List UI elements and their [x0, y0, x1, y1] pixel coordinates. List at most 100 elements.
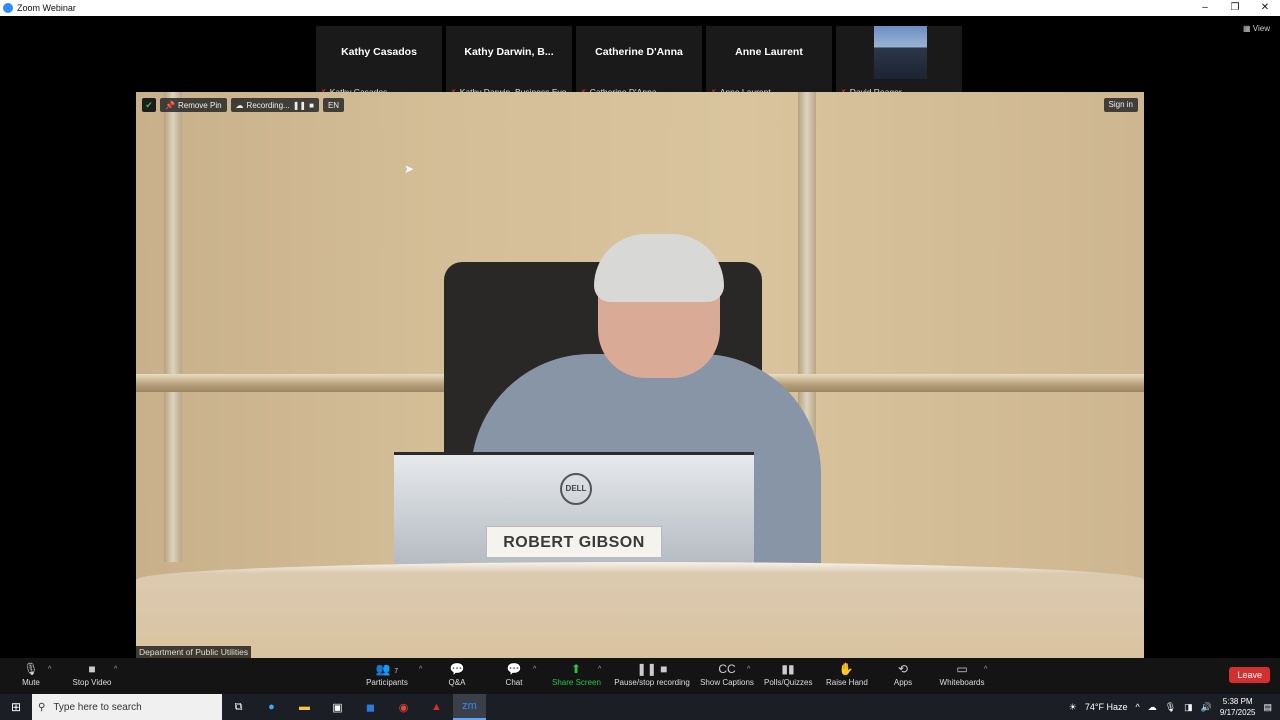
wifi-icon[interactable]: ◨	[1184, 702, 1193, 713]
chat-button[interactable]: 💬 Chat	[504, 662, 524, 687]
whiteboards-button[interactable]: ▭ Whiteboards	[938, 662, 986, 687]
taskbar-search[interactable]: ⚲ Type here to search	[32, 694, 222, 720]
meeting-toolbar: 🎙 Mute ^ ■ Stop Video ^ 👥 7 Participants…	[0, 658, 1280, 694]
microphone-icon: 🎙	[23, 662, 39, 676]
participant-strip: Kathy Casados ✗Kathy Casados Kathy Darwi…	[0, 16, 1280, 102]
participant-tile[interactable]: Catherine D'Anna ✗Catherine D'Anna	[576, 26, 702, 102]
weather-text[interactable]: 74°F Haze	[1085, 702, 1128, 712]
system-tray: ☀ 74°F Haze ^ ☁ 🎙 ◨ 🔊 5:38 PM 9/17/2025 …	[1069, 694, 1280, 720]
show-captions-button[interactable]: CC Show Captions	[700, 662, 754, 687]
stop-video-button[interactable]: ■ Stop Video	[72, 662, 112, 687]
chevron-up-icon[interactable]: ^	[419, 666, 422, 673]
pause-recording-button[interactable]: ❚❚ ■ Pause/stop recording	[614, 662, 690, 687]
polls-button[interactable]: ▮▮ Polls/Quizzes	[764, 662, 812, 687]
video-camera-icon: ■	[88, 662, 96, 676]
apps-label: Apps	[893, 678, 913, 687]
show-captions-label: Show Captions	[700, 678, 754, 687]
polls-label: Polls/Quizzes	[764, 678, 813, 687]
windows-taskbar: ⊞ ⚲ Type here to search ⧉ ● ▬ ▣ ◼ ◉ ▲ zm…	[0, 694, 1280, 720]
zoom-logo-icon	[3, 3, 13, 13]
pause-stop-icon: ❚❚ ■	[636, 662, 668, 676]
participant-tile[interactable]: Kathy Casados ✗Kathy Casados	[316, 26, 442, 102]
outlook-icon[interactable]: ◼	[354, 694, 387, 720]
mute-button[interactable]: 🎙 Mute	[20, 662, 42, 687]
whiteboard-icon: ▭	[956, 662, 968, 676]
polls-icon: ▮▮	[781, 662, 795, 676]
close-button[interactable]: ✕	[1250, 0, 1280, 16]
chevron-up-icon[interactable]: ^	[984, 666, 987, 673]
wall-pillar	[164, 92, 182, 562]
pause-recording-label: Pause/stop recording	[614, 678, 690, 687]
chat-icon: 💬	[506, 662, 522, 676]
weather-icon: ☀	[1068, 701, 1077, 712]
dell-logo: DELL	[560, 473, 592, 505]
chevron-up-icon[interactable]: ^	[533, 666, 536, 673]
qa-button[interactable]: 💬 Q&A	[447, 662, 467, 687]
task-view-icon[interactable]: ⧉	[222, 694, 255, 720]
volume-icon[interactable]: 🔊	[1201, 702, 1212, 713]
restore-button[interactable]: ❐	[1220, 0, 1250, 16]
participants-count: 7	[394, 668, 399, 675]
zoom-taskbar-icon[interactable]: zm	[453, 694, 486, 720]
participants-icon: 👥 7	[375, 662, 399, 676]
speaker-name-label: Department of Public Utilities	[136, 646, 252, 658]
main-video: DELL ROBERT GIBSON	[136, 92, 1144, 658]
date: 9/17/2025	[1219, 708, 1256, 717]
chevron-up-icon[interactable]: ^	[1135, 702, 1139, 712]
hand-icon: ✋	[838, 662, 854, 676]
view-label: View	[1252, 24, 1270, 33]
network-icon[interactable]: ☁	[1148, 702, 1157, 713]
chevron-up-icon[interactable]: ^	[598, 666, 601, 673]
acrobat-icon[interactable]: ▲	[420, 694, 453, 720]
notifications-icon[interactable]: ▤	[1263, 702, 1272, 713]
qa-icon: 💬	[449, 662, 465, 676]
cloud-recording-icon: ☁	[235, 100, 244, 110]
qa-label: Q&A	[448, 678, 466, 687]
file-explorer-icon[interactable]: ▬	[288, 694, 321, 720]
remove-pin-button[interactable]: 📌 Remove Pin	[160, 98, 227, 112]
participants-label: Participants	[366, 678, 408, 687]
meeting-info-bar: ✔ 📌 Remove Pin ☁ Recording... ❚❚ ■ EN	[142, 98, 345, 112]
participant-tile[interactable]: Anne Laurent ✗Anne Laurent	[706, 26, 832, 102]
share-screen-label: Share Screen	[552, 678, 601, 687]
search-icon: ⚲	[38, 701, 46, 713]
chat-label: Chat	[505, 678, 523, 687]
whiteboards-label: Whiteboards	[939, 678, 985, 687]
chevron-up-icon[interactable]: ^	[114, 666, 117, 673]
raise-hand-button[interactable]: ✋ Raise Hand	[826, 662, 868, 687]
windows-start-icon[interactable]: ⊞	[0, 700, 32, 714]
shield-icon[interactable]: ✔	[142, 98, 156, 112]
chevron-up-icon[interactable]: ^	[48, 666, 51, 673]
speaker-hair	[594, 234, 724, 302]
view-button[interactable]: ▦ View	[1243, 24, 1270, 33]
participant-name: Anne Laurent	[735, 46, 803, 58]
share-screen-icon: ⬆	[570, 662, 582, 676]
captions-icon: CC	[718, 662, 736, 676]
pause-icon[interactable]: ❚❚	[293, 101, 306, 110]
search-placeholder: Type here to search	[53, 701, 142, 713]
nameplate: ROBERT GIBSON	[486, 526, 662, 558]
chrome-icon[interactable]: ◉	[387, 694, 420, 720]
leave-button[interactable]: Leave	[1229, 667, 1270, 683]
recording-label: Recording...	[246, 100, 290, 110]
sign-in-button[interactable]: Sign in	[1103, 98, 1138, 112]
pin-icon: 📌	[165, 100, 175, 110]
clock[interactable]: 5:38 PM 9/17/2025	[1220, 696, 1256, 718]
recording-indicator: ☁ Recording... ❚❚ ■	[230, 98, 319, 112]
edge-icon[interactable]: ●	[255, 694, 288, 720]
apps-button[interactable]: ⟲ Apps	[892, 662, 914, 687]
participant-photo	[874, 26, 927, 79]
chevron-up-icon[interactable]: ^	[747, 666, 750, 673]
microphone-icon[interactable]: 🎙	[1165, 702, 1176, 713]
participant-tile[interactable]: Kathy Darwin, B... ✗Kathy Darwin, Busine…	[446, 26, 574, 102]
store-icon[interactable]: ▣	[321, 694, 354, 720]
share-screen-button[interactable]: ⬆ Share Screen	[552, 662, 601, 687]
participant-name: Kathy Darwin, B...	[464, 46, 554, 58]
minimize-button[interactable]: –	[1190, 0, 1220, 16]
participant-name: Kathy Casados	[341, 46, 417, 58]
window-titlebar: Zoom Webinar – ❐ ✕	[0, 0, 1280, 16]
stop-icon[interactable]: ■	[309, 101, 314, 110]
participants-button[interactable]: 👥 7 Participants	[366, 662, 408, 687]
language-button[interactable]: EN	[322, 98, 345, 112]
window-title: Zoom Webinar	[17, 3, 76, 13]
